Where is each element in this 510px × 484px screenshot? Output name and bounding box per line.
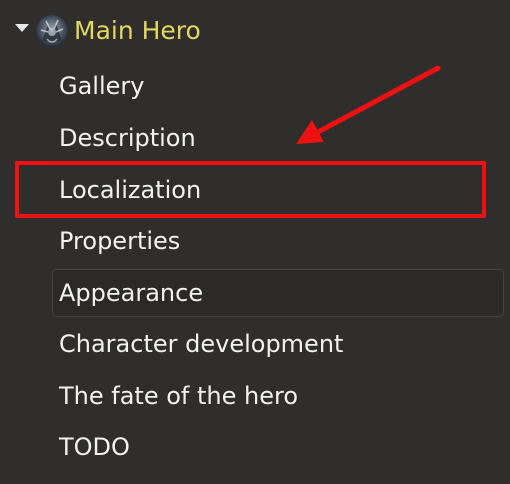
nav-item-label: Character development bbox=[59, 330, 344, 358]
nav-item-properties[interactable]: Properties bbox=[52, 217, 504, 265]
nav-item-label: Appearance bbox=[59, 279, 204, 307]
nav-item-label: Description bbox=[59, 124, 196, 152]
nav-item-label: Properties bbox=[59, 227, 181, 255]
nav-item-character-development[interactable]: Character development bbox=[52, 320, 504, 368]
nav-item-label: TODO bbox=[59, 433, 130, 461]
hero-title[interactable]: Main Hero bbox=[74, 14, 201, 48]
nav-item-label: Localization bbox=[59, 176, 202, 204]
nav-item-gallery[interactable]: Gallery bbox=[52, 62, 504, 110]
nav-item-todo[interactable]: TODO bbox=[52, 423, 504, 471]
expand-arrow-icon[interactable] bbox=[15, 24, 29, 32]
tree-root-main-hero[interactable]: Main Hero bbox=[0, 10, 510, 52]
nav-item-description[interactable]: Description bbox=[52, 114, 504, 162]
nav-item-fate-of-the-hero[interactable]: The fate of the hero bbox=[52, 372, 504, 420]
hero-avatar-icon bbox=[36, 15, 68, 47]
nav-item-label: The fate of the hero bbox=[59, 382, 299, 410]
nav-item-label: Gallery bbox=[59, 72, 145, 100]
nav-item-appearance[interactable]: Appearance bbox=[52, 269, 504, 317]
navigation-tree: Main Hero Gallery Description Localizati… bbox=[0, 0, 510, 484]
nav-item-localization[interactable]: Localization bbox=[52, 166, 504, 214]
